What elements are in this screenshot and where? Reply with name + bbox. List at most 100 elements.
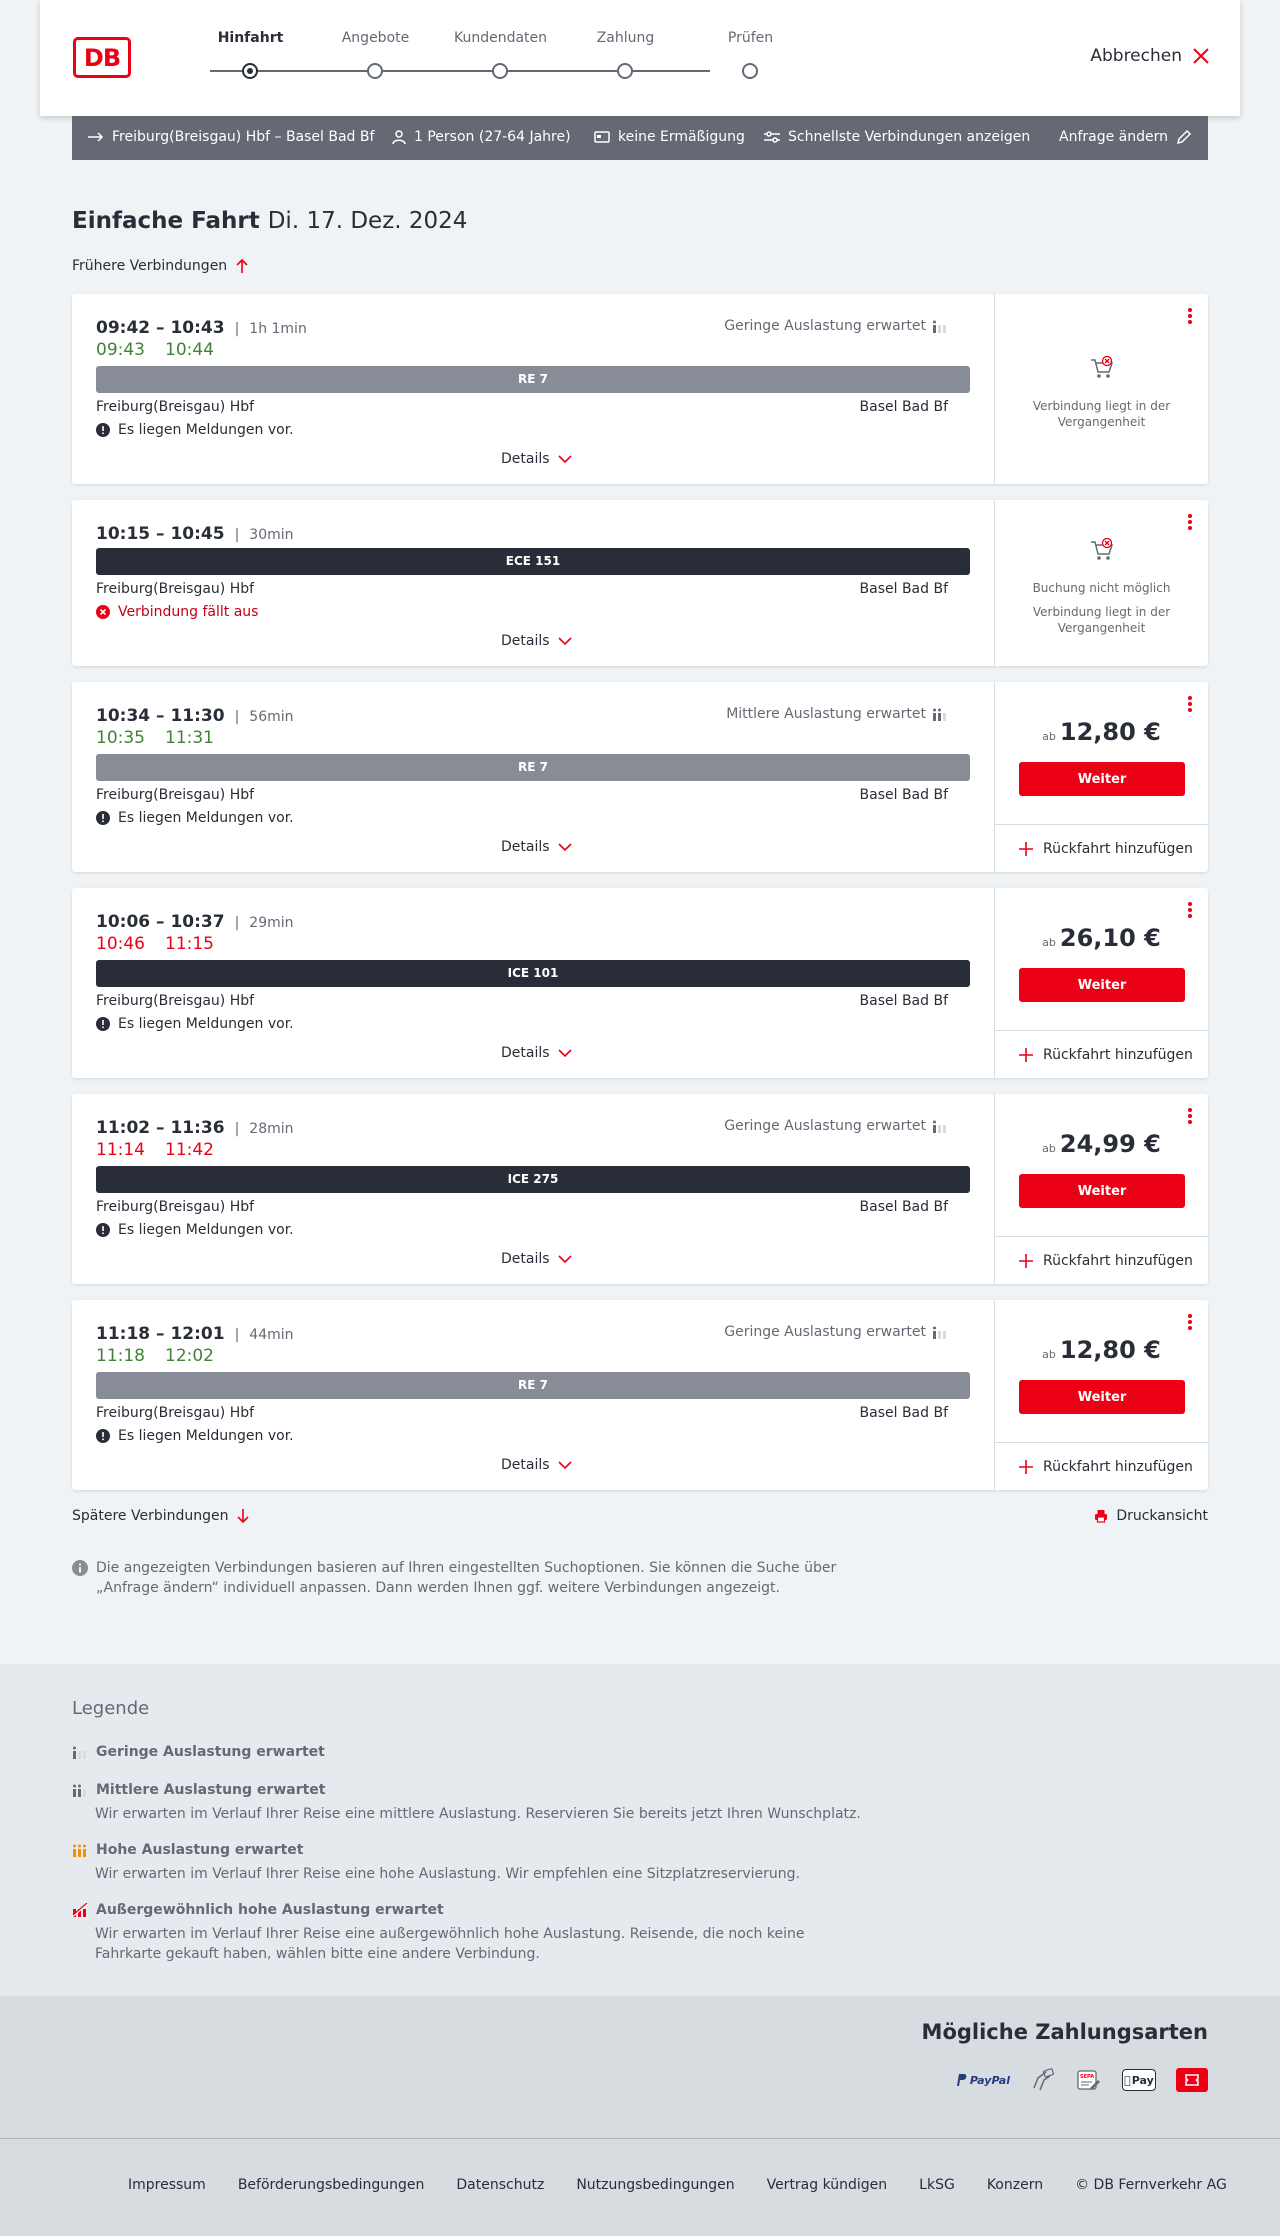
exclamation-icon	[96, 1223, 110, 1237]
plus-icon	[1019, 841, 1033, 856]
query-fastest: Schnellste Verbindungen anzeigen	[764, 129, 1030, 145]
footer-link-konzern[interactable]: Konzern	[987, 2177, 1043, 2193]
add-return-button[interactable]: Rückfahrt hinzufügen	[995, 824, 1208, 872]
arrow-right-icon	[88, 132, 104, 142]
footer-link-datenschutz[interactable]: Datenschutz	[456, 2177, 544, 2193]
person-icon	[392, 130, 406, 144]
connection-card[interactable]: 11:02 – 11:36 28min Geringe Auslastung er…	[72, 1094, 1208, 1284]
step-pruefen: Prüfen	[728, 30, 875, 46]
details-toggle[interactable]: Details	[501, 839, 572, 855]
occupancy-info: Geringe Auslastung erwartet	[724, 318, 948, 334]
legend-label: Geringe Auslastung erwartet	[96, 1744, 325, 1760]
add-return-button[interactable]: Rückfahrt hinzufügen	[995, 1236, 1208, 1284]
return-label: Rückfahrt hinzufügen	[1043, 840, 1193, 857]
realtime-arrival: 11:42	[165, 1140, 214, 1160]
query-discount: keine Ermäßigung	[594, 129, 745, 145]
cancel-label: Abbrechen	[1090, 46, 1182, 66]
footer-link-lksg[interactable]: LkSG	[919, 2177, 955, 2193]
step-dot	[617, 63, 633, 79]
more-options-icon[interactable]	[1188, 308, 1194, 326]
later-connections-link[interactable]: Spätere Verbindungen	[72, 1508, 250, 1524]
price-value: 26,10 €	[1059, 924, 1161, 952]
message-text: Es liegen Meldungen vor.	[118, 422, 294, 438]
continue-button[interactable]: Weiter	[1019, 1174, 1185, 1208]
more-options-icon[interactable]	[1188, 1108, 1194, 1126]
print-view-link[interactable]: Druckansicht	[1094, 1508, 1208, 1524]
departure-station: Freiburg(Breisgau) Hbf	[96, 1199, 255, 1215]
times-text: 09:42 – 10:43	[96, 318, 225, 338]
details-label: Details	[501, 1045, 550, 1061]
change-query-label: Anfrage ändern	[1059, 129, 1168, 145]
legend-item-medium: Mittlere Auslastung erwartet Wir erwarte…	[72, 1782, 872, 1824]
train-bar: RE 7	[96, 1372, 970, 1399]
details-toggle[interactable]: Details	[501, 1251, 572, 1267]
message-text: Es liegen Meldungen vor.	[118, 1222, 294, 1238]
legend-label: Außergewöhnlich hohe Auslastung erwartet	[96, 1902, 444, 1918]
times-text: 10:06 – 10:37	[96, 912, 225, 932]
connection-card[interactable]: 10:34 – 11:30 56min Mittlere Auslastung e…	[72, 682, 1208, 872]
sepa-label: SEPA	[1080, 2074, 1094, 2080]
price-value: 12,80 €	[1059, 718, 1161, 746]
status-text: Verbindung liegt in der Vergangenheit	[1032, 399, 1171, 429]
cancel-button[interactable]: Abbrechen	[1090, 46, 1210, 66]
realtime-departure: 11:18	[96, 1346, 145, 1366]
connection-card[interactable]: 09:42 – 10:43 1h 1min Geringe Auslastung …	[72, 294, 1208, 484]
legend-description: Wir erwarten im Verlauf Ihrer Reise eine…	[95, 1926, 805, 1962]
planned-times: 11:02 – 11:36 28min	[96, 1118, 294, 1138]
apple-pay-label: Pay	[1128, 2073, 1154, 2087]
return-label: Rückfahrt hinzufügen	[1043, 1458, 1193, 1475]
price-value: 12,80 €	[1059, 1336, 1161, 1364]
earlier-connections-link[interactable]: Frühere Verbindungen	[72, 258, 249, 274]
progress-line	[210, 70, 710, 72]
occupancy-medium-icon	[933, 708, 946, 721]
details-label: Details	[501, 451, 550, 467]
details-toggle[interactable]: Details	[501, 451, 572, 467]
occupancy-text: Geringe Auslastung erwartet	[724, 1324, 926, 1340]
info-text: Die angezeigten Verbindungen basieren au…	[96, 1560, 837, 1596]
realtime-departure: 10:46	[96, 934, 145, 954]
duration: 30min	[235, 527, 294, 543]
details-toggle[interactable]: Details	[501, 1045, 572, 1061]
more-options-icon[interactable]	[1188, 1314, 1194, 1332]
duration: 44min	[235, 1327, 294, 1343]
connection-card[interactable]: 10:06 – 10:37 29min 10:46 11:15 ICE 101 Fr…	[72, 888, 1208, 1078]
details-label: Details	[501, 1457, 550, 1473]
add-return-button[interactable]: Rückfahrt hinzufügen	[995, 1442, 1208, 1490]
price-value: 24,99 €	[1059, 1130, 1161, 1158]
arrow-down-icon	[237, 1509, 250, 1524]
connection-card[interactable]: 10:15 – 10:45 30min ECE 151 Freiburg(Brei…	[72, 500, 1208, 666]
change-query-button[interactable]: Anfrage ändern	[1059, 129, 1192, 145]
arrival-station: Basel Bad Bf	[859, 1199, 948, 1215]
continue-button[interactable]: Weiter	[1019, 968, 1185, 1002]
footer-link-vertrag-kuendigen[interactable]: Vertrag kündigen	[767, 2177, 888, 2193]
continue-button[interactable]: Weiter	[1019, 1380, 1185, 1414]
step-label: Zahlung	[596, 30, 655, 46]
passengers-text: 1 Person (27-64 Jahre)	[414, 129, 571, 145]
occupancy-info: Mittlere Auslastung erwartet	[726, 706, 948, 722]
more-options-icon[interactable]	[1188, 514, 1194, 532]
occupancy-very-high-icon	[72, 1903, 88, 1917]
connection-card[interactable]: 11:18 – 12:01 44min Geringe Auslastung er…	[72, 1300, 1208, 1490]
print-label: Druckansicht	[1116, 1508, 1208, 1524]
footer-link-impressum[interactable]: Impressum	[128, 2177, 206, 2193]
planned-times: 09:42 – 10:43 1h 1min	[96, 318, 307, 338]
step-dot	[367, 63, 383, 79]
times-text: 11:02 – 11:36	[96, 1118, 225, 1138]
details-toggle[interactable]: Details	[501, 1457, 572, 1473]
more-options-icon[interactable]	[1188, 696, 1194, 714]
footer-link-befoerderungsbedingungen[interactable]: Beförderungsbedingungen	[238, 2177, 425, 2193]
realtime-times: 10:46 11:15	[96, 934, 234, 954]
paypal-icon: PayPal	[955, 2069, 1010, 2091]
price: ab 12,80 €	[995, 718, 1208, 746]
continue-button[interactable]: Weiter	[1019, 762, 1185, 796]
arrival-station: Basel Bad Bf	[859, 581, 948, 597]
footer-link-nutzungsbedingungen[interactable]: Nutzungsbedingungen	[576, 2177, 734, 2193]
details-toggle[interactable]: Details	[501, 633, 572, 649]
more-options-icon[interactable]	[1188, 902, 1194, 920]
db-logo[interactable]: DB	[73, 37, 131, 78]
duration: 1h 1min	[235, 321, 307, 337]
realtime-times: 11:14 11:42	[96, 1140, 234, 1160]
add-return-button[interactable]: Rückfahrt hinzufügen	[995, 1030, 1208, 1078]
return-label: Rückfahrt hinzufügen	[1043, 1046, 1193, 1063]
departure-station: Freiburg(Breisgau) Hbf	[96, 399, 255, 415]
